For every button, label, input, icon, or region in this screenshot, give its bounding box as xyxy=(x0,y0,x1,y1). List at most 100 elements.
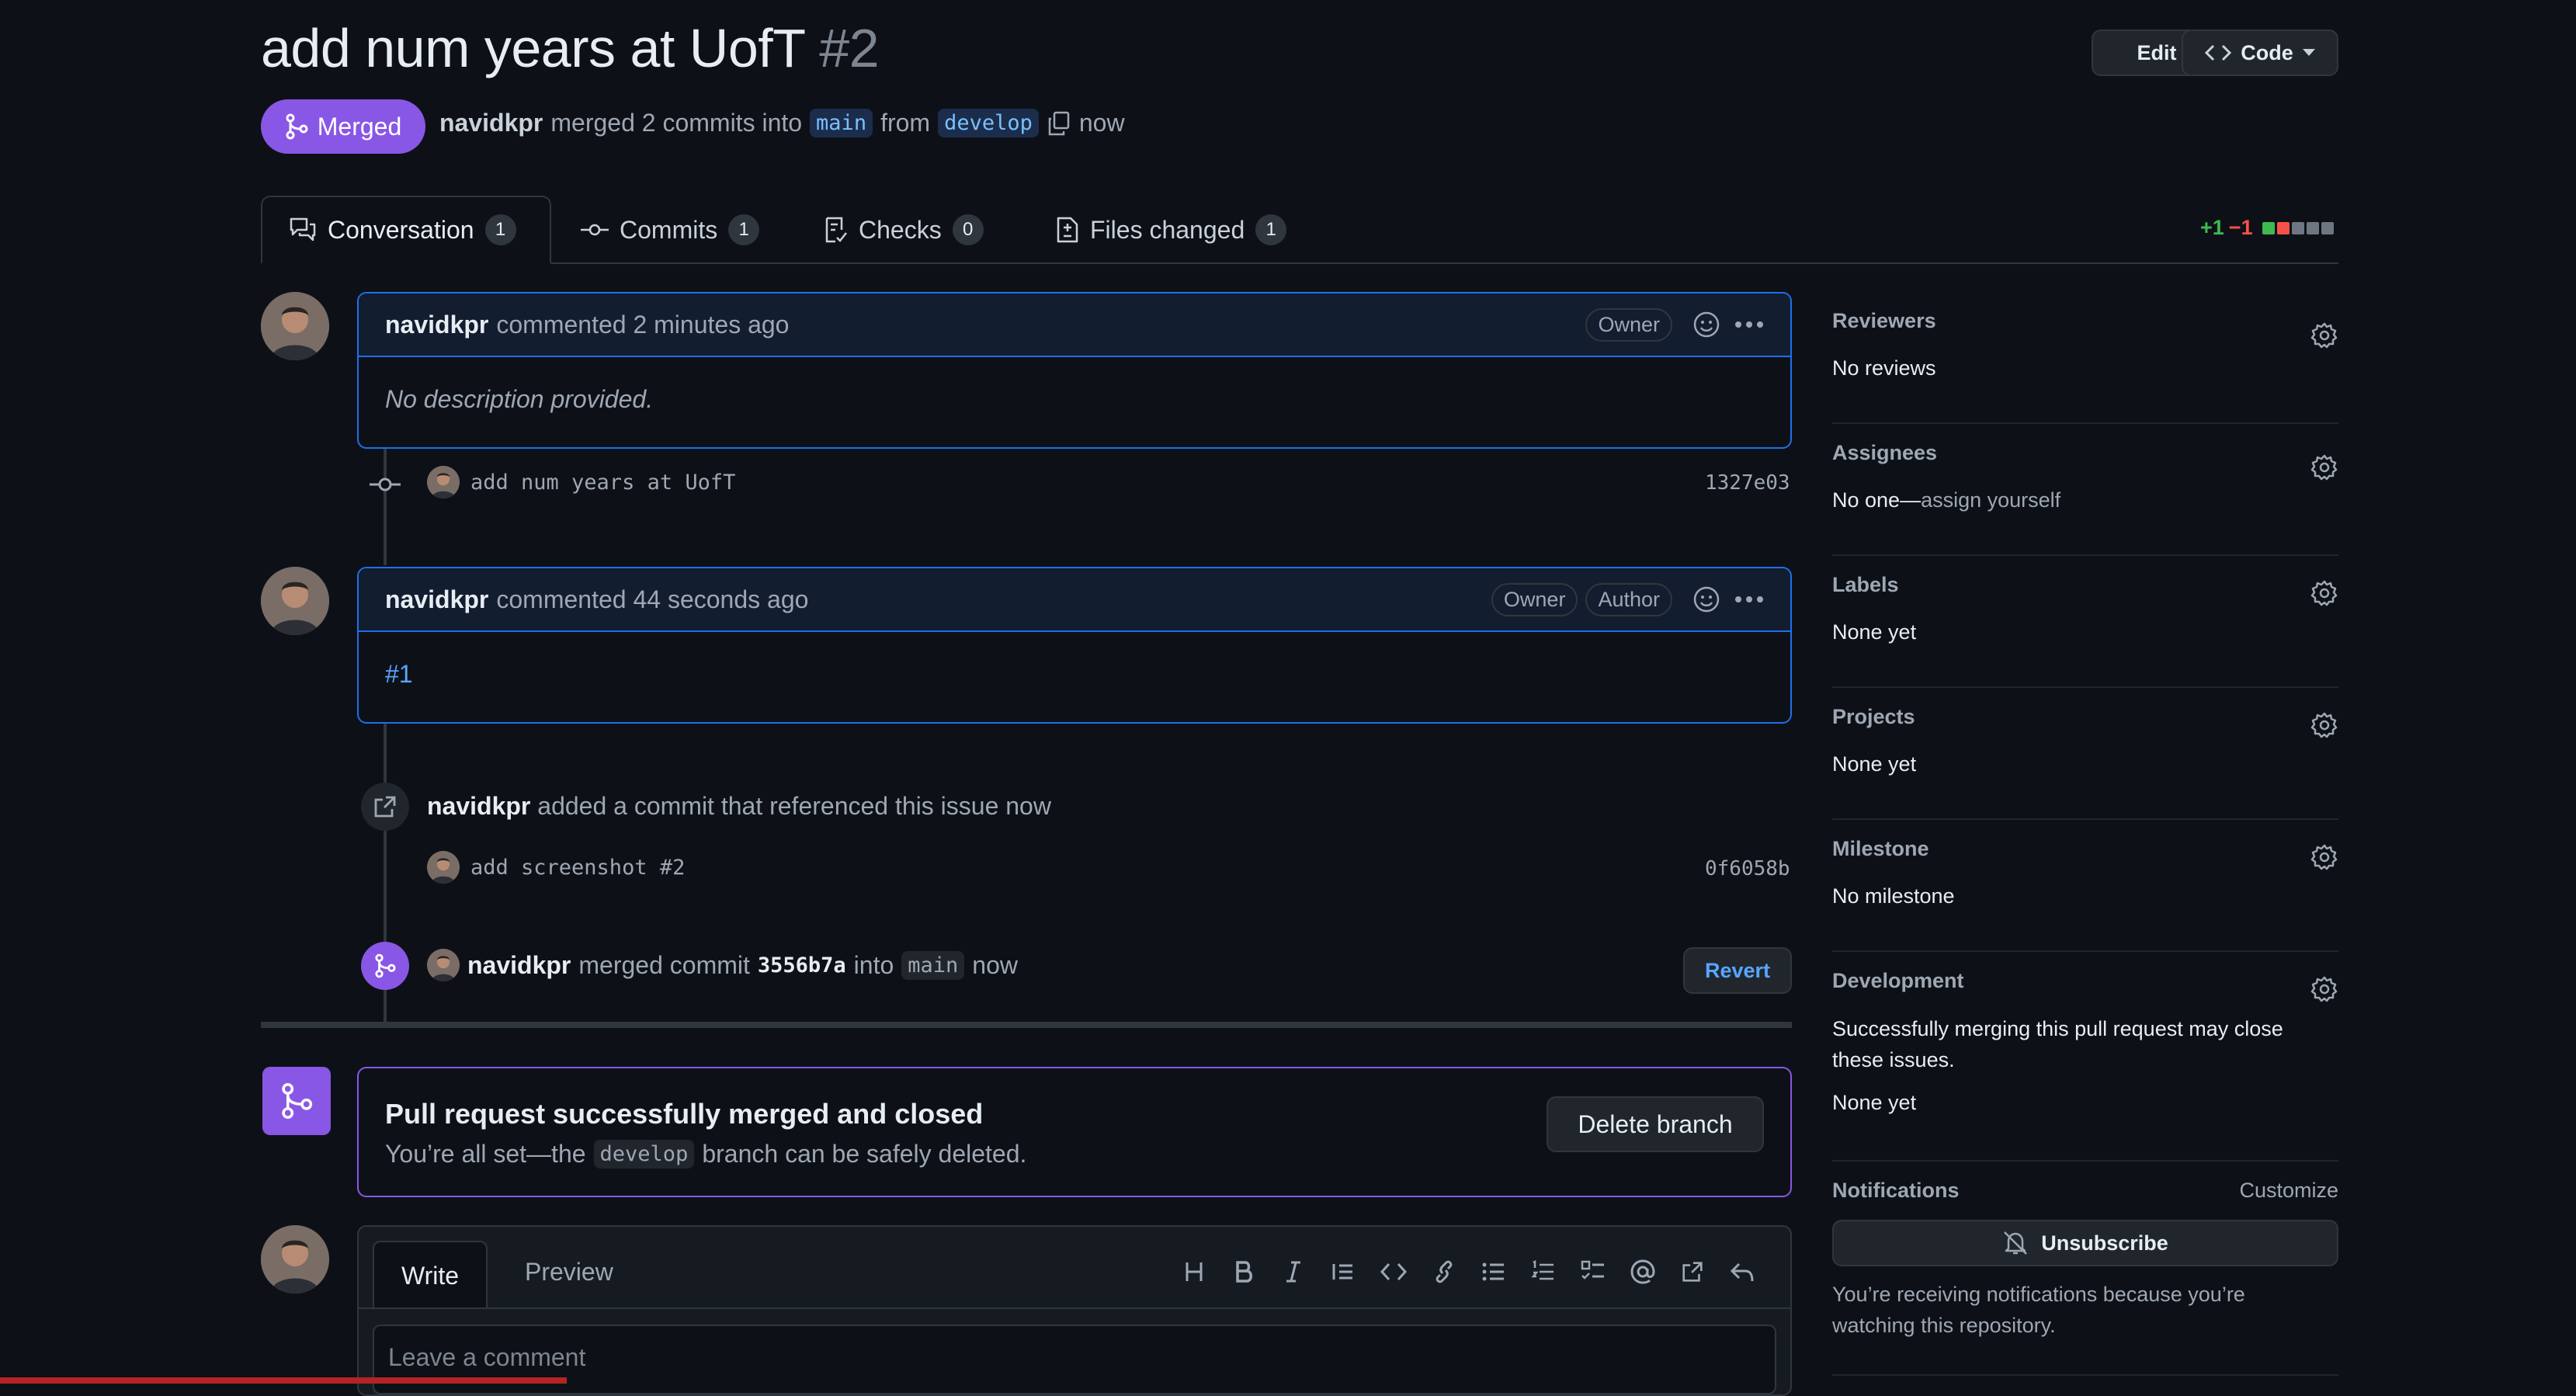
comment-author[interactable]: navidkpr xyxy=(385,585,488,614)
commit-sha[interactable]: 1327e03 xyxy=(1705,471,1790,495)
comment-body: No description provided. xyxy=(385,385,654,413)
additions-count: +1 xyxy=(2200,216,2224,239)
comment-timestamp[interactable]: commented 2 minutes ago xyxy=(496,311,789,339)
gear-icon[interactable] xyxy=(2310,579,2338,607)
head-branch[interactable]: develop xyxy=(938,109,1039,137)
tab-counter: 0 xyxy=(952,214,984,245)
event-author[interactable]: navidkpr xyxy=(427,792,530,820)
commit-sha[interactable]: 0f6058b xyxy=(1705,857,1790,880)
sidebar-title[interactable]: Development xyxy=(1832,969,2338,993)
event-author[interactable]: navidkpr xyxy=(467,951,571,980)
sidebar-value: None yet xyxy=(1832,620,1917,644)
smiley-icon[interactable] xyxy=(1692,311,1720,339)
event-text: added a commit that referenced this issu… xyxy=(537,792,1051,820)
checklist-icon xyxy=(825,216,848,244)
link-icon[interactable] xyxy=(1432,1259,1456,1284)
customize-link[interactable]: Customize xyxy=(2239,1179,2338,1203)
italic-icon[interactable] xyxy=(1281,1259,1306,1284)
sidebar-title[interactable]: Milestone xyxy=(1832,837,2338,861)
heading-icon[interactable] xyxy=(1182,1259,1206,1284)
revert-button[interactable]: Revert xyxy=(1683,947,1792,994)
base-branch[interactable]: main xyxy=(810,109,873,137)
sidebar-title[interactable]: Labels xyxy=(1832,573,2338,597)
gear-icon[interactable] xyxy=(2310,453,2338,481)
code-icon[interactable] xyxy=(1380,1259,1407,1284)
gear-icon[interactable] xyxy=(2310,321,2338,349)
avatar[interactable] xyxy=(427,851,460,884)
kebab-horizontal-icon[interactable] xyxy=(1734,596,1764,603)
kebab-horizontal-icon[interactable] xyxy=(1734,321,1764,328)
pr-time: now xyxy=(1078,109,1125,137)
assign-yourself-link[interactable]: assign yourself xyxy=(1921,488,2060,512)
pr-author-link[interactable]: navidkpr xyxy=(439,109,543,137)
unsubscribe-button[interactable]: Unsubscribe xyxy=(1832,1220,2338,1266)
timeline-line xyxy=(384,449,387,565)
reply-icon[interactable] xyxy=(1730,1259,1755,1284)
bold-icon[interactable] xyxy=(1231,1259,1256,1284)
editor-divider xyxy=(359,1307,1790,1309)
markdown-toolbar xyxy=(1182,1259,1755,1284)
caret-down-icon xyxy=(2302,49,2315,57)
commit-message[interactable]: add screenshot #2 xyxy=(470,856,685,880)
sidebar-value: No one— xyxy=(1832,488,1922,512)
base-branch[interactable]: main xyxy=(901,950,965,980)
diffstat-bar xyxy=(2262,221,2334,234)
head-branch[interactable]: develop xyxy=(593,1140,695,1169)
gear-icon[interactable] xyxy=(2310,975,2338,1003)
avatar[interactable] xyxy=(261,567,329,635)
unordered-list-icon[interactable] xyxy=(1481,1259,1506,1284)
tab-divider xyxy=(261,262,2338,264)
comment-header: navidkpr commented 2 minutes ago Owner xyxy=(359,293,1790,357)
gear-icon[interactable] xyxy=(2310,843,2338,871)
tab-label: Conversation xyxy=(328,215,474,244)
avatar[interactable] xyxy=(261,1225,329,1294)
mention-icon[interactable] xyxy=(1630,1259,1655,1284)
cross-reference-icon[interactable] xyxy=(1680,1259,1705,1284)
quote-icon[interactable] xyxy=(1331,1259,1356,1284)
avatar[interactable] xyxy=(427,466,460,498)
merge-commit-sha[interactable]: 3556b7a xyxy=(758,953,846,978)
sidebar-description: Successfully merging this pull request m… xyxy=(1832,1017,2283,1071)
comment-textarea[interactable]: Leave a comment xyxy=(373,1325,1776,1394)
avatar[interactable] xyxy=(427,949,460,981)
ordered-list-icon[interactable] xyxy=(1531,1259,1556,1284)
sidebar-title[interactable]: Reviewers xyxy=(1832,309,2338,333)
event-text: into xyxy=(853,950,894,979)
comment-box: navidkpr commented 44 seconds ago Owner … xyxy=(357,567,1792,724)
merged-text: You’re all set—the xyxy=(385,1140,586,1168)
write-tab[interactable]: Write xyxy=(373,1241,488,1309)
issue-reference-link[interactable]: #1 xyxy=(359,632,1790,689)
code-label: Code xyxy=(2241,40,2293,64)
unsubscribe-label: Unsubscribe xyxy=(2041,1231,2168,1255)
gear-icon[interactable] xyxy=(2310,711,2338,739)
preview-label: Preview xyxy=(525,1258,613,1286)
merged-description: You’re all set—the develop branch can be… xyxy=(385,1140,1026,1169)
tab-commits[interactable]: Commits 1 xyxy=(581,196,760,264)
tab-conversation[interactable]: Conversation 1 xyxy=(261,196,551,264)
git-commit-icon xyxy=(581,222,609,238)
diffstat: +1 −1 xyxy=(2200,216,2334,240)
comment-editor: Write Preview Leave a comment xyxy=(357,1225,1792,1396)
commit-message[interactable]: add num years at UofT xyxy=(470,471,735,495)
delete-branch-button[interactable]: Delete branch xyxy=(1547,1096,1764,1152)
sidebar-title[interactable]: Assignees xyxy=(1832,441,2338,465)
sidebar-title[interactable]: Projects xyxy=(1832,705,2338,729)
code-button[interactable]: Code xyxy=(2182,30,2338,76)
copy-icon[interactable] xyxy=(1047,111,1071,136)
comment-author[interactable]: navidkpr xyxy=(385,311,488,339)
deletions-count: −1 xyxy=(2228,216,2253,239)
task-list-icon[interactable] xyxy=(1581,1259,1606,1284)
comment-placeholder: Leave a comment xyxy=(388,1343,586,1371)
tab-checks[interactable]: Checks 0 xyxy=(825,196,984,264)
comment-timestamp[interactable]: commented 44 seconds ago xyxy=(496,585,808,614)
revert-label: Revert xyxy=(1704,958,1771,982)
tab-label: Checks xyxy=(859,215,942,244)
commit-row: add num years at UofT xyxy=(427,466,735,498)
tab-files-changed[interactable]: Files changed 1 xyxy=(1056,196,1287,264)
preview-tab[interactable]: Preview xyxy=(525,1258,613,1287)
smiley-icon[interactable] xyxy=(1692,585,1720,613)
tab-counter: 1 xyxy=(728,214,760,245)
merge-event: navidkpr merged commit 3556b7a into main… xyxy=(427,949,1018,981)
avatar[interactable] xyxy=(261,292,329,360)
timeline-end-divider xyxy=(261,1022,1792,1028)
